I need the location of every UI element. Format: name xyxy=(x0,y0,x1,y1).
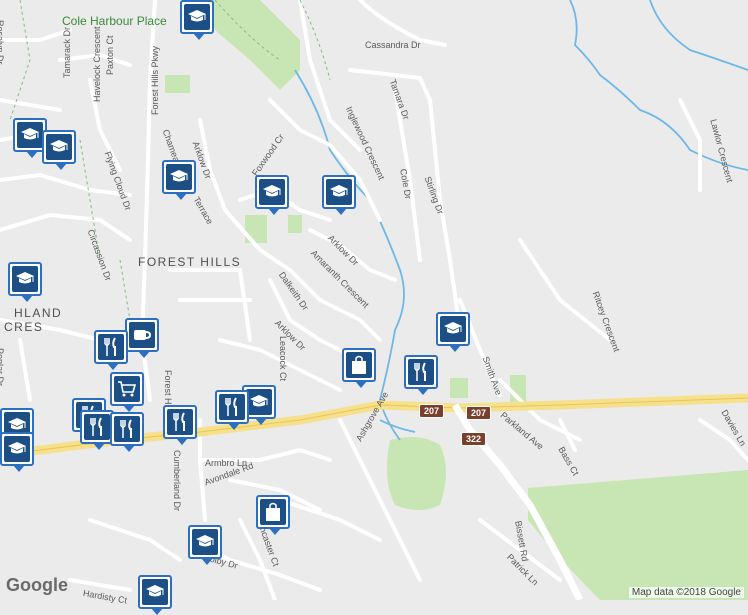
map-credit[interactable]: Map data ©2018 Google xyxy=(628,587,744,598)
street-label: Cassandra Dr xyxy=(365,40,421,50)
school-marker[interactable] xyxy=(138,575,172,615)
street-label: Forest Hills Pkwy xyxy=(150,45,160,115)
street-label: Tamarack Dr xyxy=(62,26,72,78)
graduation-cap-icon xyxy=(12,266,38,292)
cafe-marker[interactable] xyxy=(125,318,159,358)
grocery-marker[interactable] xyxy=(110,372,144,412)
graduation-cap-icon xyxy=(259,179,285,205)
graduation-cap-icon xyxy=(192,529,218,555)
restaurant-marker[interactable] xyxy=(215,390,249,430)
shopping-cart-icon xyxy=(114,376,140,402)
school-marker[interactable] xyxy=(42,130,76,170)
graduation-cap-icon xyxy=(440,316,466,342)
google-logo: Google xyxy=(6,575,68,595)
area-label-highland: HLAND xyxy=(14,306,63,320)
street-label: Paxton Ct xyxy=(105,35,115,75)
school-marker[interactable] xyxy=(188,525,222,565)
restaurant-marker[interactable] xyxy=(110,412,144,452)
fork-knife-icon xyxy=(167,409,193,435)
place-label[interactable]: Cole Harbour Place xyxy=(62,14,167,28)
area-label-forest-hills: FOREST HILLS xyxy=(138,255,242,269)
street-label: Leacock Ct xyxy=(278,336,288,382)
street-label: Cumberland Dr xyxy=(172,450,182,512)
school-marker[interactable] xyxy=(322,175,356,215)
school-marker[interactable] xyxy=(436,312,470,352)
street-label: Havelock Crescent xyxy=(92,26,102,102)
graduation-cap-icon xyxy=(4,436,30,462)
fork-knife-icon xyxy=(219,394,245,420)
area-label-acres: CRES xyxy=(4,320,44,334)
graduation-cap-icon xyxy=(166,164,192,190)
school-marker[interactable] xyxy=(8,262,42,302)
graduation-cap-icon xyxy=(142,579,168,605)
route-shield-322: 322 xyxy=(461,432,487,446)
graduation-cap-icon xyxy=(17,122,43,148)
fork-knife-icon xyxy=(114,416,140,442)
restaurant-marker[interactable] xyxy=(163,405,197,445)
coffee-cup-icon xyxy=(129,322,155,348)
restaurant-marker[interactable] xyxy=(404,355,438,395)
route-shield-207: 207 xyxy=(419,404,445,418)
school-marker[interactable] xyxy=(255,175,289,215)
shopping-marker[interactable] xyxy=(342,348,376,388)
school-marker[interactable] xyxy=(162,160,196,200)
fork-knife-icon xyxy=(408,359,434,385)
graduation-cap-icon xyxy=(326,179,352,205)
shopping-bag-icon xyxy=(260,499,286,525)
shopping-marker[interactable] xyxy=(256,495,290,535)
fork-knife-icon xyxy=(84,414,110,440)
map-canvas[interactable] xyxy=(0,0,748,600)
shopping-bag-icon xyxy=(346,352,372,378)
school-marker[interactable] xyxy=(0,432,34,472)
graduation-cap-icon xyxy=(246,389,272,415)
route-shield-207: 207 xyxy=(466,406,492,420)
street-label: Rosalyn Dr xyxy=(0,20,5,65)
street-label: Poplar Dr xyxy=(0,348,5,387)
restaurant-marker[interactable] xyxy=(94,330,128,370)
restaurant-marker[interactable] xyxy=(80,410,114,450)
graduation-cap-icon xyxy=(46,134,72,160)
fork-knife-icon xyxy=(98,334,124,360)
graduation-cap-icon xyxy=(184,4,210,30)
school-marker[interactable] xyxy=(180,0,214,40)
